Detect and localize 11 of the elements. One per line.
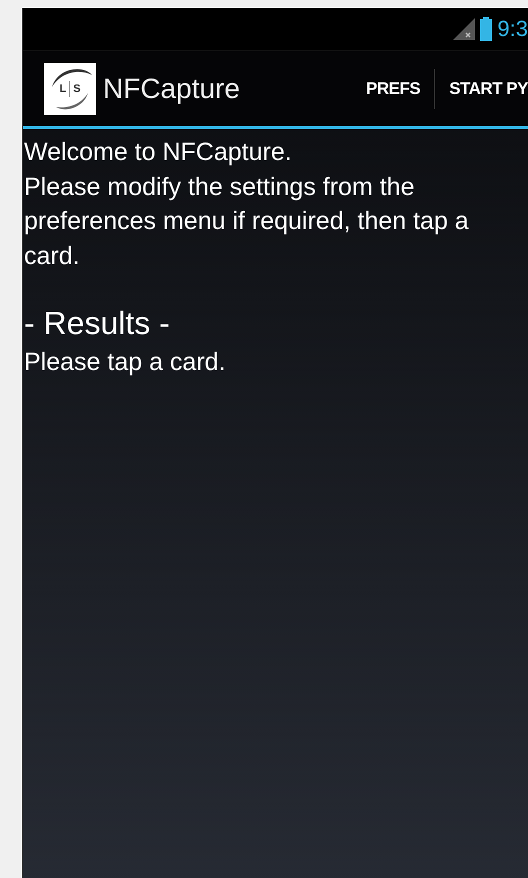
- action-button[interactable]: START PY: [435, 68, 528, 108]
- action-button[interactable]: PREFS: [352, 68, 434, 108]
- app-logo: L S: [44, 62, 96, 114]
- results-text: Please tap a card.: [24, 347, 227, 378]
- signal-icon: [453, 18, 476, 40]
- instructions-text: Please modify the settings from the preferences menu if required, then tap a card.: [24, 172, 470, 272]
- results-heading: - Results -: [24, 304, 171, 343]
- status-time: 9:3: [497, 16, 528, 42]
- welcome-text: Welcome to NFCapture.: [24, 137, 293, 168]
- battery-icon: [480, 17, 492, 41]
- app-title: NFCapture: [103, 72, 240, 104]
